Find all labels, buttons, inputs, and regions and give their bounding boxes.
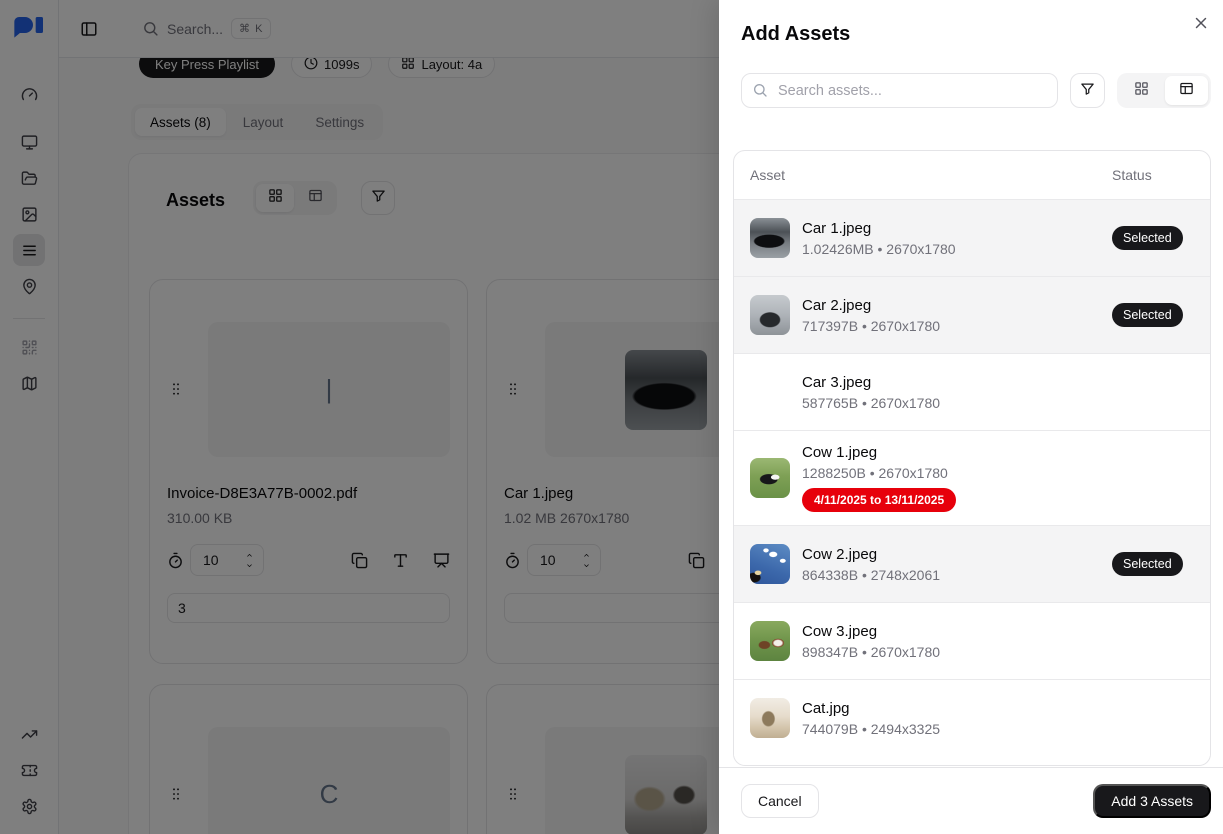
asset-meta: 587765B • 2670x1780 [802, 395, 1112, 411]
column-header-status: Status [1112, 167, 1194, 183]
asset-thumbnail [750, 458, 790, 498]
filter-icon [1080, 81, 1095, 101]
grid-icon [1134, 81, 1149, 101]
table-row[interactable]: Car 1.jpeg 1.02426MB • 2670x1780 Selecte… [734, 199, 1210, 276]
search-icon [752, 82, 768, 98]
status-badge: Selected [1112, 552, 1183, 576]
asset-thumbnail [750, 544, 790, 584]
asset-meta: 864338B • 2748x2061 [802, 567, 1112, 583]
table-row[interactable]: Cat.jpg 744079B • 2494x3325 [734, 679, 1210, 756]
assets-table: Asset Status Car 1.jpeg 1.02426MB • 2670… [733, 150, 1211, 766]
asset-name: Cat.jpg [802, 700, 1112, 717]
asset-thumbnail [750, 698, 790, 738]
table-row[interactable]: Cow 3.jpeg 898347B • 2670x1780 [734, 602, 1210, 679]
close-icon[interactable] [1192, 14, 1210, 32]
asset-name: Car 2.jpeg [802, 297, 1112, 314]
asset-name: Cow 1.jpeg [802, 444, 1112, 461]
asset-thumbnail [750, 295, 790, 335]
asset-thumbnail [750, 218, 790, 258]
asset-name: Cow 3.jpeg [802, 623, 1112, 640]
status-badge: Selected [1112, 303, 1183, 327]
column-header-asset: Asset [750, 167, 1112, 183]
asset-meta: 744079B • 2494x3325 [802, 721, 1112, 737]
asset-search-input[interactable] [741, 73, 1058, 108]
asset-name: Cow 2.jpeg [802, 546, 1112, 563]
table-view-button[interactable] [1165, 76, 1208, 105]
asset-name: Car 3.jpeg [802, 374, 1112, 391]
table-row[interactable]: Cow 1.jpeg 1288250B • 2670x1780 4/11/202… [734, 430, 1210, 525]
panel-title: Add Assets [741, 23, 850, 46]
asset-meta: 1288250B • 2670x1780 [802, 465, 1112, 481]
table-row[interactable]: Cow 2.jpeg 864338B • 2748x2061 Selected [734, 525, 1210, 602]
status-badge: Selected [1112, 226, 1183, 250]
asset-meta: 898347B • 2670x1780 [802, 644, 1112, 660]
panel-footer: Cancel Add 3 Assets [719, 767, 1223, 834]
grid-view-button[interactable] [1120, 76, 1163, 105]
panel-view-toggle [1117, 73, 1211, 108]
asset-meta: 1.02426MB • 2670x1780 [802, 241, 1112, 257]
add-assets-panel: Add Assets Asset Status Car 1.jpeg 1.024… [719, 0, 1223, 834]
table-icon [1179, 81, 1194, 101]
table-row[interactable]: Car 3.jpeg 587765B • 2670x1780 [734, 353, 1210, 430]
asset-thumbnail [750, 372, 790, 412]
panel-filter-button[interactable] [1070, 73, 1105, 108]
table-body: Car 1.jpeg 1.02426MB • 2670x1780 Selecte… [734, 199, 1210, 756]
cancel-button[interactable]: Cancel [741, 784, 819, 818]
panel-search-row [741, 73, 1211, 108]
table-header: Asset Status [734, 151, 1210, 199]
schedule-badge: 4/11/2025 to 13/11/2025 [802, 488, 956, 512]
asset-meta: 717397B • 2670x1780 [802, 318, 1112, 334]
table-row[interactable]: Car 2.jpeg 717397B • 2670x1780 Selected [734, 276, 1210, 353]
asset-name: Car 1.jpeg [802, 220, 1112, 237]
add-assets-button[interactable]: Add 3 Assets [1093, 784, 1211, 818]
asset-thumbnail [750, 621, 790, 661]
